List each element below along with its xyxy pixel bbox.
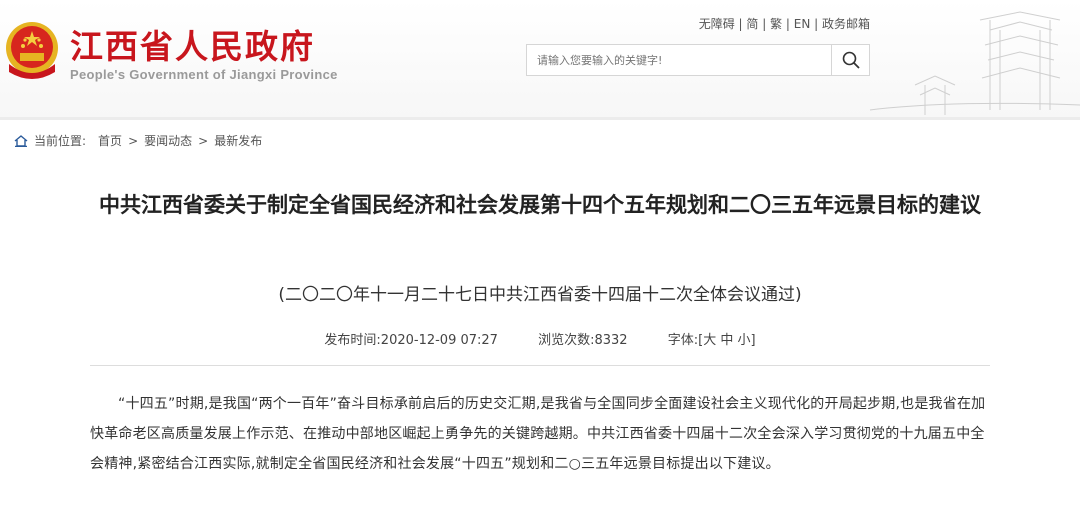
simplified-link[interactable]: 简	[746, 17, 758, 31]
breadcrumb-separator: >	[128, 133, 139, 148]
font-large-button[interactable]: 大	[703, 333, 716, 348]
site-name-cn[interactable]: 江西省人民政府	[70, 20, 315, 68]
article-title: 中共江西省委关于制定全省国民经济和社会发展第十四个五年规划和二〇三五年远景目标的…	[99, 193, 981, 217]
view-count: 8332	[594, 333, 628, 348]
font-small-button[interactable]: 小	[738, 333, 751, 348]
article-meta: 发布时间:2020-12-09 07:27 浏览次数:8332 字体:[大 中 …	[324, 333, 756, 348]
accessibility-link[interactable]: 无障碍	[699, 17, 735, 31]
font-medium-button[interactable]: 中	[720, 333, 733, 348]
english-link[interactable]: EN	[794, 17, 811, 31]
breadcrumb-news[interactable]: 要闻动态	[144, 132, 192, 149]
publish-label: 发布时间:	[324, 333, 381, 348]
breadcrumb-separator: >	[198, 133, 209, 148]
article-subtitle: (二〇二〇年十一月二十七日中共江西省委十四届十二次全体会议通过)	[278, 285, 802, 305]
traditional-link[interactable]: 繁	[770, 17, 782, 31]
breadcrumb-home[interactable]: 首页	[98, 132, 122, 149]
home-icon	[14, 134, 28, 147]
breadcrumb-label: 当前位置:	[34, 134, 87, 148]
article-paragraph: “十四五”时期,是我国“两个一百年”奋斗目标承前启后的历史交汇期,是我省与全国同…	[90, 396, 986, 472]
search-input[interactable]	[527, 45, 831, 75]
site-name-en: People's Government of Jiangxi Province	[70, 67, 338, 82]
font-size-label: 字体:	[667, 333, 699, 348]
publish-time: 2020-12-09 07:27	[380, 333, 498, 348]
breadcrumb: 当前位置: 首页 > 要闻动态 > 最新发布	[14, 132, 262, 149]
national-emblem-logo	[6, 22, 58, 79]
views-label: 浏览次数:	[538, 333, 595, 348]
pavilion-sketch-decoration	[869, 11, 1080, 115]
divider	[90, 365, 990, 366]
breadcrumb-latest[interactable]: 最新发布	[214, 132, 262, 149]
site-header: 江西省人民政府 People's Government of Jiangxi P…	[0, 0, 1080, 120]
search-box	[526, 44, 870, 76]
